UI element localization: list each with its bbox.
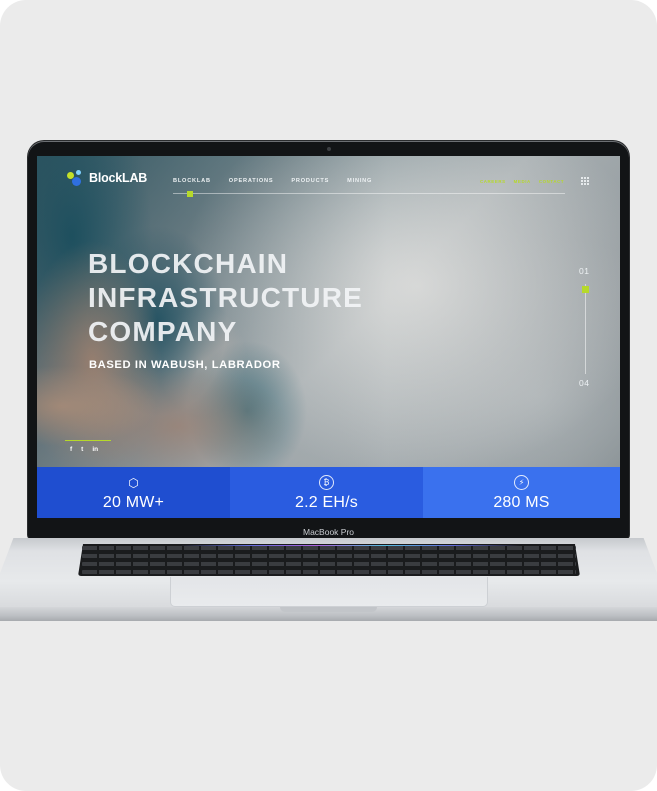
social-divider bbox=[65, 440, 111, 441]
stat-power: ⬡ 20 MW+ bbox=[37, 467, 230, 518]
cube-network-icon: ⬡ bbox=[128, 475, 139, 490]
secondary-navigation: CAREERS MEDIA CONTACT bbox=[480, 179, 564, 184]
slide-progress-thumb[interactable] bbox=[582, 286, 589, 293]
stat-hashrate: ₿ 2.2 EH/s bbox=[230, 467, 423, 518]
nav-item-products[interactable]: PRODUCTS bbox=[291, 178, 329, 184]
stat-value: 2.2 EH/s bbox=[295, 494, 358, 511]
main-navigation: BLOCKLAB OPERATIONS PRODUCTS MINING bbox=[173, 178, 372, 184]
menu-grid-icon[interactable] bbox=[581, 177, 589, 185]
twitter-icon[interactable]: t bbox=[81, 446, 83, 453]
nav-item-contact[interactable]: CONTACT bbox=[539, 179, 564, 184]
lid-opening-notch bbox=[280, 607, 377, 612]
laptop-screen: BlockLAB BLOCKLAB OPERATIONS PRODUCTS MI… bbox=[37, 156, 620, 518]
slide-progress-track bbox=[585, 284, 586, 374]
social-links: f t in bbox=[70, 446, 98, 453]
hero-title: BLOCKCHAIN INFRASTRUCTURE COMPANY bbox=[88, 247, 363, 349]
linkedin-icon[interactable]: in bbox=[92, 446, 98, 453]
facebook-icon[interactable]: f bbox=[70, 446, 72, 453]
slide-total-number: 04 bbox=[579, 378, 590, 388]
hero-subtitle: BASED IN WABUSH, LABRADOR bbox=[89, 359, 281, 371]
stat-value: 20 MW+ bbox=[102, 494, 165, 511]
nav-item-careers[interactable]: CAREERS bbox=[480, 179, 506, 184]
key-row bbox=[82, 554, 576, 558]
key-row bbox=[82, 562, 576, 566]
hero-title-line: BLOCKCHAIN bbox=[88, 248, 289, 279]
nav-item-blocklab[interactable]: BLOCKLAB bbox=[173, 178, 211, 184]
logo-mark-icon bbox=[67, 169, 85, 187]
logo-text: BlockLAB bbox=[89, 171, 148, 185]
lightning-icon: ⚡ bbox=[514, 475, 529, 490]
device-label: MacBook Pro bbox=[302, 527, 355, 537]
key-row bbox=[82, 570, 576, 574]
nav-active-indicator bbox=[187, 191, 193, 197]
stat-value: 280 MS bbox=[493, 494, 550, 511]
nav-divider bbox=[173, 193, 565, 194]
stats-band: ⬡ 20 MW+ ₿ 2.2 EH/s ⚡ 280 MS bbox=[37, 467, 620, 518]
stat-latency: ⚡ 280 MS bbox=[423, 467, 620, 518]
bitcoin-icon: ₿ bbox=[319, 475, 334, 490]
slide-current-number: 01 bbox=[579, 266, 590, 276]
site-logo[interactable]: BlockLAB bbox=[67, 168, 147, 188]
trackpad bbox=[170, 577, 488, 607]
nav-item-operations[interactable]: OPERATIONS bbox=[229, 178, 274, 184]
background-card: BlockLAB BLOCKLAB OPERATIONS PRODUCTS MI… bbox=[0, 0, 657, 791]
nav-item-mining[interactable]: MINING bbox=[347, 178, 372, 184]
key-rows bbox=[82, 546, 576, 574]
nav-item-media[interactable]: MEDIA bbox=[514, 179, 531, 184]
hero-title-line: COMPANY bbox=[88, 316, 238, 347]
hero-title-line: INFRASTRUCTURE bbox=[88, 282, 364, 313]
webcam bbox=[327, 147, 331, 151]
key-row bbox=[82, 546, 576, 550]
